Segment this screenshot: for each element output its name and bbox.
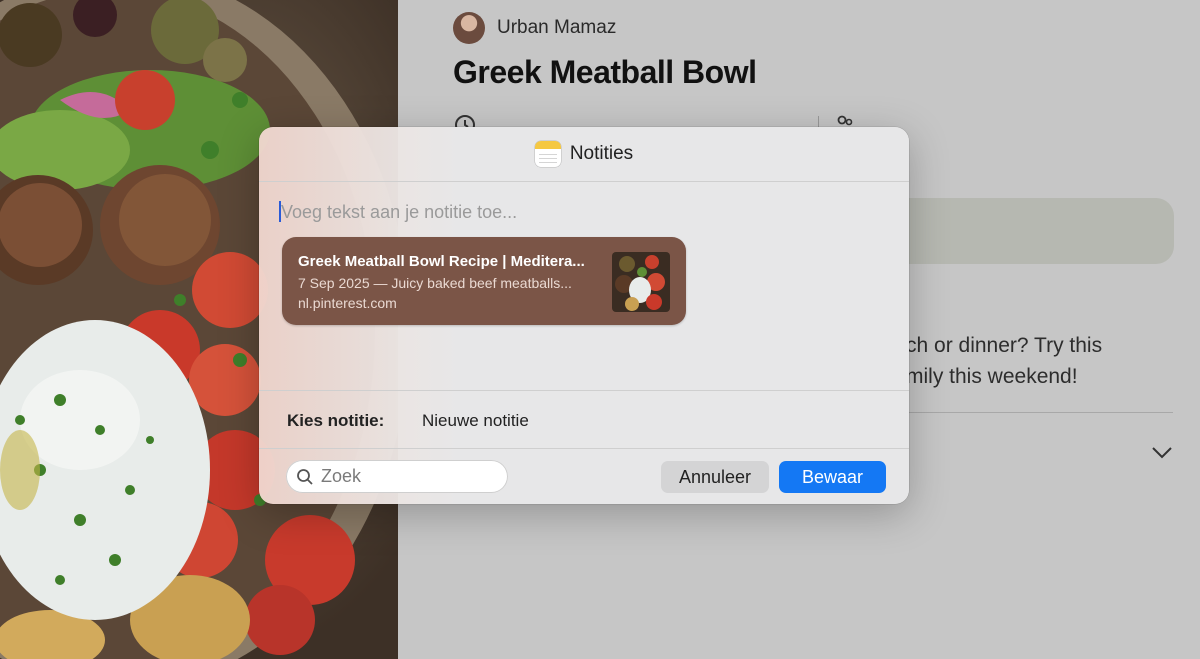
choose-note-label: Kies notitie: [287,411,385,430]
avatar[interactable] [453,12,485,44]
search-field[interactable] [286,460,508,493]
cancel-button[interactable]: Annuleer [661,461,769,493]
choose-note-select[interactable]: Nieuwe notitie [422,411,529,431]
description-divider [908,412,1173,413]
recipe-description: ch or dinner? Try this mily this weekend… [906,330,1200,392]
notes-share-dialog: Notities Greek Meatball Bowl Recipe | Me… [259,127,909,504]
link-card-thumbnail [612,252,670,312]
link-card-domain: nl.pinterest.com [298,295,397,311]
dialog-title: Notities [569,143,634,164]
link-card-title: Greek Meatball Bowl Recipe | Meditera... [298,253,585,270]
divider [259,390,909,391]
page-title: Greek Meatball Bowl [453,54,757,90]
author-name[interactable]: Urban Mamaz [497,17,616,39]
note-text-input[interactable] [279,199,883,225]
notes-app-icon [534,141,561,167]
text-caret [279,201,281,222]
author[interactable]: Urban Mamaz [453,12,616,44]
chevron-down-icon[interactable] [1150,442,1174,462]
description-text: ch or dinner? Try this mily this weekend… [906,334,1103,388]
link-card-description: 7 Sep 2025 — Juicy baked beef meatballs.… [298,275,572,291]
action-pill[interactable] [868,198,1174,264]
link-preview-card[interactable]: Greek Meatball Bowl Recipe | Meditera...… [282,237,686,325]
search-icon [297,468,313,485]
divider [259,448,909,449]
search-input[interactable] [319,465,503,488]
save-button[interactable]: Bewaar [779,461,886,493]
dialog-header: Notities [259,127,909,182]
